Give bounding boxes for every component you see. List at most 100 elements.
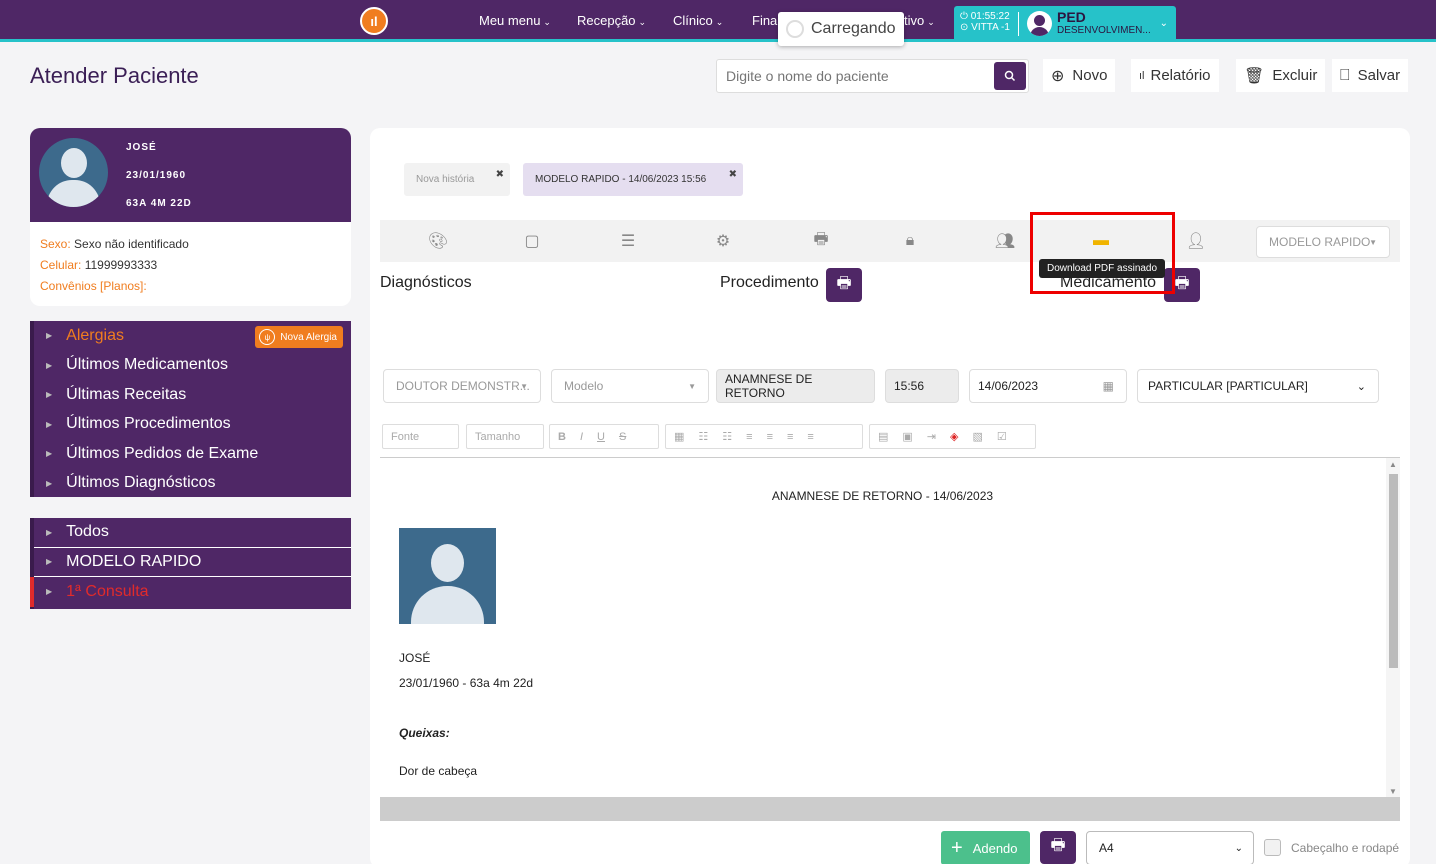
new-allergy-button[interactable]: ψ Nova Alergia [255, 326, 343, 348]
patient-birth: 23/01/1960 [126, 170, 187, 181]
users-icon[interactable]: 👥︎ [994, 231, 1016, 251]
align-right-icon[interactable]: ≡ [787, 431, 793, 443]
print-icon: 🖶︎ [836, 274, 852, 292]
modelo-select[interactable]: Modelo ▼ [551, 369, 709, 403]
print-icon: 🖶︎ [1174, 274, 1190, 292]
doctor-select[interactable]: DOUTOR DEMONSTR... ▼ [383, 369, 541, 403]
nav-recepcao[interactable]: Recepção ⌄ [577, 13, 646, 28]
anamnese-field[interactable]: ANAMNESE DE RETORNO [716, 369, 875, 403]
app-logo[interactable]: ıl [360, 7, 388, 35]
history-item-alergias[interactable]: ▶ Alergias ψ Nova Alergia [34, 321, 351, 351]
indent-icon[interactable]: ⇥ [927, 430, 936, 443]
patient-search [716, 59, 1029, 93]
list-icon[interactable]: ☰ [617, 231, 639, 251]
calendar-icon: ▦ [1102, 379, 1114, 393]
gear-icon[interactable]: ⚙ [712, 231, 734, 251]
clock-icon: ⏻ [960, 11, 968, 22]
tooltip: Download PDF assinado [1039, 259, 1166, 278]
chevron-down-icon: ⌄ [1159, 18, 1168, 29]
print-document-button[interactable]: 🖶︎ [1040, 831, 1076, 864]
bookmark-icon: ⎕ [1340, 66, 1350, 84]
table-icon[interactable]: ▤ [878, 430, 888, 443]
chevron-down-icon: ▼ [1369, 237, 1377, 247]
plus-circle-icon: ⊕ [1051, 67, 1065, 85]
font-size-select[interactable]: Tamanho [466, 424, 544, 449]
align-left-icon[interactable]: ≡ [746, 431, 752, 443]
convenio-select[interactable]: PARTICULAR [PARTICULAR] ⌄ [1137, 369, 1379, 403]
justify-icon[interactable]: ≡ [807, 431, 813, 443]
user-icon[interactable]: 👤︎ [1185, 231, 1207, 251]
patient-name: JOSÉ [126, 142, 157, 153]
model-select[interactable]: MODELO RAPIDO ▼ [1256, 226, 1390, 258]
document-scrollbar[interactable]: ▲ ▼ [1386, 458, 1400, 797]
palette-icon[interactable]: 🎨︎ [427, 231, 449, 251]
caret-right-icon: ▶ [46, 390, 53, 400]
print-procedimento-button[interactable]: 🖶︎ [826, 268, 862, 302]
top-navbar: ıl Meu menu ⌄ Recepção ⌄ Clínico ⌄ Finan ti… [0, 0, 1436, 46]
italic-icon[interactable]: I [580, 431, 583, 443]
history-item-receitas[interactable]: ▶ Últimas Receitas [34, 380, 351, 410]
report-button[interactable]: ıl Relatório [1131, 59, 1219, 92]
search-icon [1004, 70, 1016, 82]
chevron-down-icon: ⌄ [1234, 842, 1243, 854]
spinner-icon [786, 20, 804, 38]
print-icon[interactable]: 🖶︎ [810, 231, 832, 251]
scroll-thumb[interactable] [1389, 474, 1398, 668]
date-field[interactable]: 14/06/2023 ▦ [969, 369, 1127, 403]
font-family-select[interactable]: Fonte [382, 424, 459, 449]
history-item-medicamentos[interactable]: ▶ Últimos Medicamentos [34, 351, 351, 381]
scroll-up-icon[interactable]: ▲ [1389, 460, 1397, 469]
caret-right-icon: ▶ [46, 587, 53, 597]
unordered-list-icon[interactable]: ☷ [722, 430, 732, 443]
new-button[interactable]: ⊕ Novo [1043, 59, 1116, 92]
save-button[interactable]: ⎕ Salvar [1332, 59, 1409, 92]
caret-right-icon: ▶ [46, 449, 53, 459]
user-avatar [1027, 11, 1052, 36]
filter-item-primeira-consulta[interactable]: ▶ 1ª Consulta [30, 577, 351, 607]
history-item-diagnosticos[interactable]: ▶ Últimos Diagnósticos [34, 469, 351, 499]
filter-item-todos[interactable]: ▶ Todos [34, 518, 351, 548]
chevron-down-icon: ⌄ [927, 17, 935, 27]
delete-button[interactable]: 🗑︎ Excluir [1236, 59, 1326, 92]
underline-icon[interactable]: U [597, 431, 605, 443]
patient-phone: Celular: 11999993333 [40, 258, 158, 272]
strikethrough-icon[interactable]: S [619, 431, 626, 443]
caret-right-icon: ▶ [46, 331, 53, 341]
patient-search-input[interactable] [717, 60, 987, 92]
tab-nova-historia[interactable]: Nova história ✖ [404, 163, 510, 196]
lock-icon[interactable]: 🔒︎ [899, 231, 921, 251]
patient-insurance: Convênios [Planos]: [40, 279, 147, 293]
paper-size-select[interactable]: A4 ⌄ [1086, 831, 1254, 864]
loading-indicator: Carregando [778, 12, 904, 46]
section-diagnosticos: Diagnósticos [380, 274, 472, 291]
ordered-list-icon[interactable]: ☷ [698, 430, 708, 443]
align-center-icon[interactable]: ≡ [767, 431, 773, 443]
history-item-exames[interactable]: ▶ Últimos Pedidos de Exame [34, 439, 351, 469]
color-icon[interactable]: ▦ [674, 430, 684, 443]
adendo-button[interactable]: + Adendo [941, 831, 1030, 864]
patient-card: JOSÉ 23/01/1960 63A 4M 22D Sexo: Sexo nã… [30, 128, 351, 306]
print-icon: 🖶︎ [1050, 837, 1066, 854]
header-footer-checkbox[interactable] [1264, 839, 1281, 856]
media-icon[interactable]: ▧ [973, 430, 983, 443]
time-field[interactable]: 15:56 [885, 369, 959, 403]
image-icon[interactable]: ▣ [902, 430, 912, 443]
history-item-procedimentos[interactable]: ▶ Últimos Procedimentos [34, 410, 351, 440]
scroll-down-icon[interactable]: ▼ [1389, 787, 1397, 796]
bold-icon[interactable]: B [558, 431, 566, 443]
search-button[interactable] [994, 62, 1026, 90]
chevron-down-icon: ⌄ [1356, 380, 1366, 393]
nav-administrativo[interactable]: tivo ⌄ [904, 13, 935, 28]
close-icon[interactable]: ✖ [729, 169, 737, 180]
source-code-icon[interactable]: ◈ [950, 430, 958, 443]
document-editor[interactable]: ANAMNESE DE RETORNO - 14/06/2023 JOSÉ 23… [380, 457, 1400, 797]
nav-meu-menu[interactable]: Meu menu ⌄ [479, 13, 551, 28]
tab-modelo-rapido[interactable]: MODELO RAPIDO - 14/06/2023 15:56 ✖ [523, 163, 743, 196]
chevron-down-icon: ⌄ [715, 17, 724, 27]
close-icon[interactable]: ✖ [496, 169, 504, 180]
filter-item-modelo-rapido[interactable]: ▶ MODELO RAPIDO [34, 548, 351, 577]
blank-page-icon[interactable]: ▢ [521, 231, 543, 251]
checkbox-icon[interactable]: ☑ [997, 430, 1007, 443]
user-session-menu[interactable]: ⏻ 01:55:22 ⊙ VITTA -1 PED DESENVOLVIMEN.… [954, 6, 1176, 42]
nav-clinico[interactable]: Clínico ⌄ [673, 13, 723, 28]
